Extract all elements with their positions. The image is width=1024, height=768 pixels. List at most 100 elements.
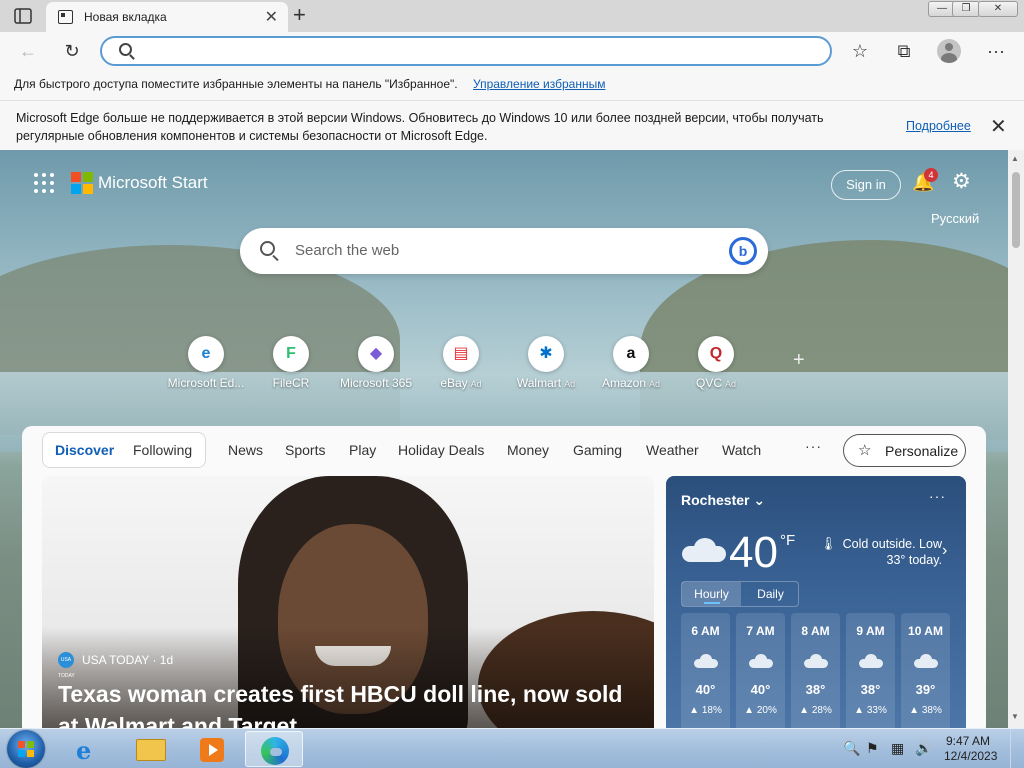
quick-link-tile[interactable]: ◆ Microsoft 365 [328, 336, 424, 390]
close-tab-icon[interactable]: ✕ [265, 7, 278, 27]
category-sports[interactable]: Sports [285, 442, 325, 458]
favorites-star-button[interactable]: ☆ [846, 38, 874, 64]
category-holiday-deals[interactable]: Holiday Deals [398, 442, 484, 458]
hour-time: 8 AM [801, 624, 830, 638]
action-center-flag-icon[interactable]: ⚑ [866, 740, 879, 757]
media-player-icon [200, 738, 224, 762]
maximize-button[interactable]: ❐ [952, 1, 980, 17]
scroll-up-icon[interactable]: ▲ [1011, 154, 1019, 163]
quick-link-icon: F [273, 336, 309, 372]
temperature-unit[interactable]: °F [780, 532, 795, 549]
hour-time: 6 AM [691, 624, 720, 638]
browser-toolbar: ← ↻ ☆ ⧉ ··· [0, 32, 1024, 70]
manage-favorites-link[interactable]: Управление избранным [473, 77, 605, 91]
tab-following[interactable]: Following [133, 442, 192, 458]
top-story-card[interactable]: USA TODAY USA TODAY · 1d Texas woman cre… [42, 476, 654, 728]
scroll-down-icon[interactable]: ▼ [1011, 712, 1019, 721]
page-scrollbar[interactable]: ▲ ▼ [1008, 150, 1024, 728]
cloudy-icon [682, 538, 726, 562]
search-icon [260, 241, 275, 256]
close-window-button[interactable]: ✕ [978, 1, 1018, 17]
hour-time: 7 AM [746, 624, 775, 638]
forecast-tabs: Hourly Daily [681, 581, 799, 607]
chevron-down-icon: ⌄ [753, 492, 766, 508]
tab-actions-button[interactable] [14, 8, 32, 24]
more-categories-button[interactable]: ··· [805, 438, 822, 454]
category-weather[interactable]: Weather [646, 442, 699, 458]
weather-more-button[interactable]: ··· [929, 488, 946, 504]
quick-link-tile[interactable]: ▤ eBay Ad [413, 336, 509, 390]
category-news[interactable]: News [228, 442, 263, 458]
refresh-button[interactable]: ↻ [58, 38, 86, 64]
volume-muted-icon[interactable]: 🔊 [915, 740, 932, 757]
app-launcher-icon[interactable] [34, 173, 54, 193]
active-tab[interactable]: Новая вкладка ✕ [46, 2, 288, 32]
profile-avatar[interactable] [937, 39, 961, 63]
network-icon[interactable]: ▦ [891, 740, 904, 757]
quick-link-tile[interactable]: F FileCR [243, 336, 339, 390]
title-bar: Новая вкладка ✕ + — ❐ ✕ [0, 0, 1024, 32]
taskbar-edge[interactable] [245, 731, 303, 767]
quick-link-tile[interactable]: Q QVC Ad [668, 336, 764, 390]
hour-column[interactable]: 9 AM 38° ▲ 33% [846, 613, 895, 728]
category-watch[interactable]: Watch [722, 442, 761, 458]
search-placeholder: Search the web [295, 242, 400, 259]
bing-chat-icon[interactable]: b [729, 237, 757, 265]
quick-link-tile[interactable]: e Microsoft Ed... [158, 336, 254, 390]
language-label[interactable]: Русский [931, 211, 979, 226]
hour-column[interactable]: 8 AM 38° ▲ 28% [791, 613, 840, 728]
back-button[interactable]: ← [14, 38, 42, 64]
category-money[interactable]: Money [507, 442, 549, 458]
windows-logo-icon [18, 741, 34, 757]
quick-link-label: FileCR [272, 376, 310, 390]
system-clock[interactable]: 9:47 AM 12/4/2023 [944, 734, 997, 764]
sign-in-button[interactable]: Sign in [831, 170, 901, 200]
settings-menu-button[interactable]: ··· [982, 38, 1010, 64]
close-infobar-icon[interactable]: ✕ [990, 114, 1007, 139]
tab-hourly[interactable]: Hourly [682, 582, 741, 606]
collections-button[interactable]: ⧉ [890, 38, 918, 64]
page-settings-gear-icon[interactable]: ⚙ [952, 169, 971, 194]
taskbar-internet-explorer[interactable]: e [60, 731, 118, 767]
add-shortcut-button[interactable]: + [793, 349, 805, 372]
address-bar[interactable] [100, 36, 832, 66]
show-desktop-button[interactable] [1010, 729, 1024, 768]
personalize-label: Personalize [885, 443, 959, 459]
quick-link-icon: a [613, 336, 649, 372]
unsupported-os-infobar: Microsoft Edge больше не поддерживается … [0, 100, 1024, 150]
quick-link-icon: e [188, 336, 224, 372]
quick-link-tile[interactable]: ✱ Walmart Ad [498, 336, 594, 390]
new-tab-button[interactable]: + [293, 2, 306, 28]
cloudy-icon [858, 654, 883, 668]
web-search-box[interactable]: Search the web b [240, 228, 768, 274]
start-button[interactable] [7, 730, 45, 768]
hour-column[interactable]: 10 AM 39° ▲ 38% [901, 613, 950, 728]
quick-link-tile[interactable]: a Amazon Ad [583, 336, 679, 390]
tab-daily[interactable]: Daily [741, 582, 800, 606]
taskbar-file-explorer[interactable] [121, 731, 179, 767]
personalize-button[interactable]: ☆ Personalize [843, 434, 966, 467]
weather-city[interactable]: Rochester ⌄ [681, 492, 765, 509]
quick-link-icon: Q [698, 336, 734, 372]
clock-time: 9:47 AM [945, 734, 991, 748]
scrollbar-thumb[interactable] [1012, 172, 1020, 248]
brand-title[interactable]: Microsoft Start [98, 173, 208, 193]
weather-card[interactable]: Rochester ⌄ ··· 40 °F 🌡 Cold outside. Lo… [666, 476, 966, 728]
hour-column[interactable]: 6 AM 40° ▲ 18% [681, 613, 730, 728]
cloudy-icon [748, 654, 773, 668]
taskbar-media-player[interactable] [182, 731, 240, 767]
chevron-right-icon[interactable]: › [942, 542, 947, 560]
learn-more-link[interactable]: Подробнее [906, 119, 971, 133]
story-headline[interactable]: Texas woman creates first HBCU doll line… [58, 678, 638, 728]
cloudy-icon [693, 654, 718, 668]
tab-actions-icon [14, 8, 32, 24]
hour-temperature: 40° [750, 682, 771, 697]
hour-temperature: 38° [805, 682, 826, 697]
tray-search-icon[interactable]: 🔍 [843, 740, 860, 757]
source-logo: USA TODAY [58, 652, 75, 679]
category-gaming[interactable]: Gaming [573, 442, 622, 458]
quick-link-icon: ▤ [443, 336, 479, 372]
category-play[interactable]: Play [349, 442, 376, 458]
tab-discover[interactable]: Discover [55, 442, 114, 458]
hour-column[interactable]: 7 AM 40° ▲ 20% [736, 613, 785, 728]
